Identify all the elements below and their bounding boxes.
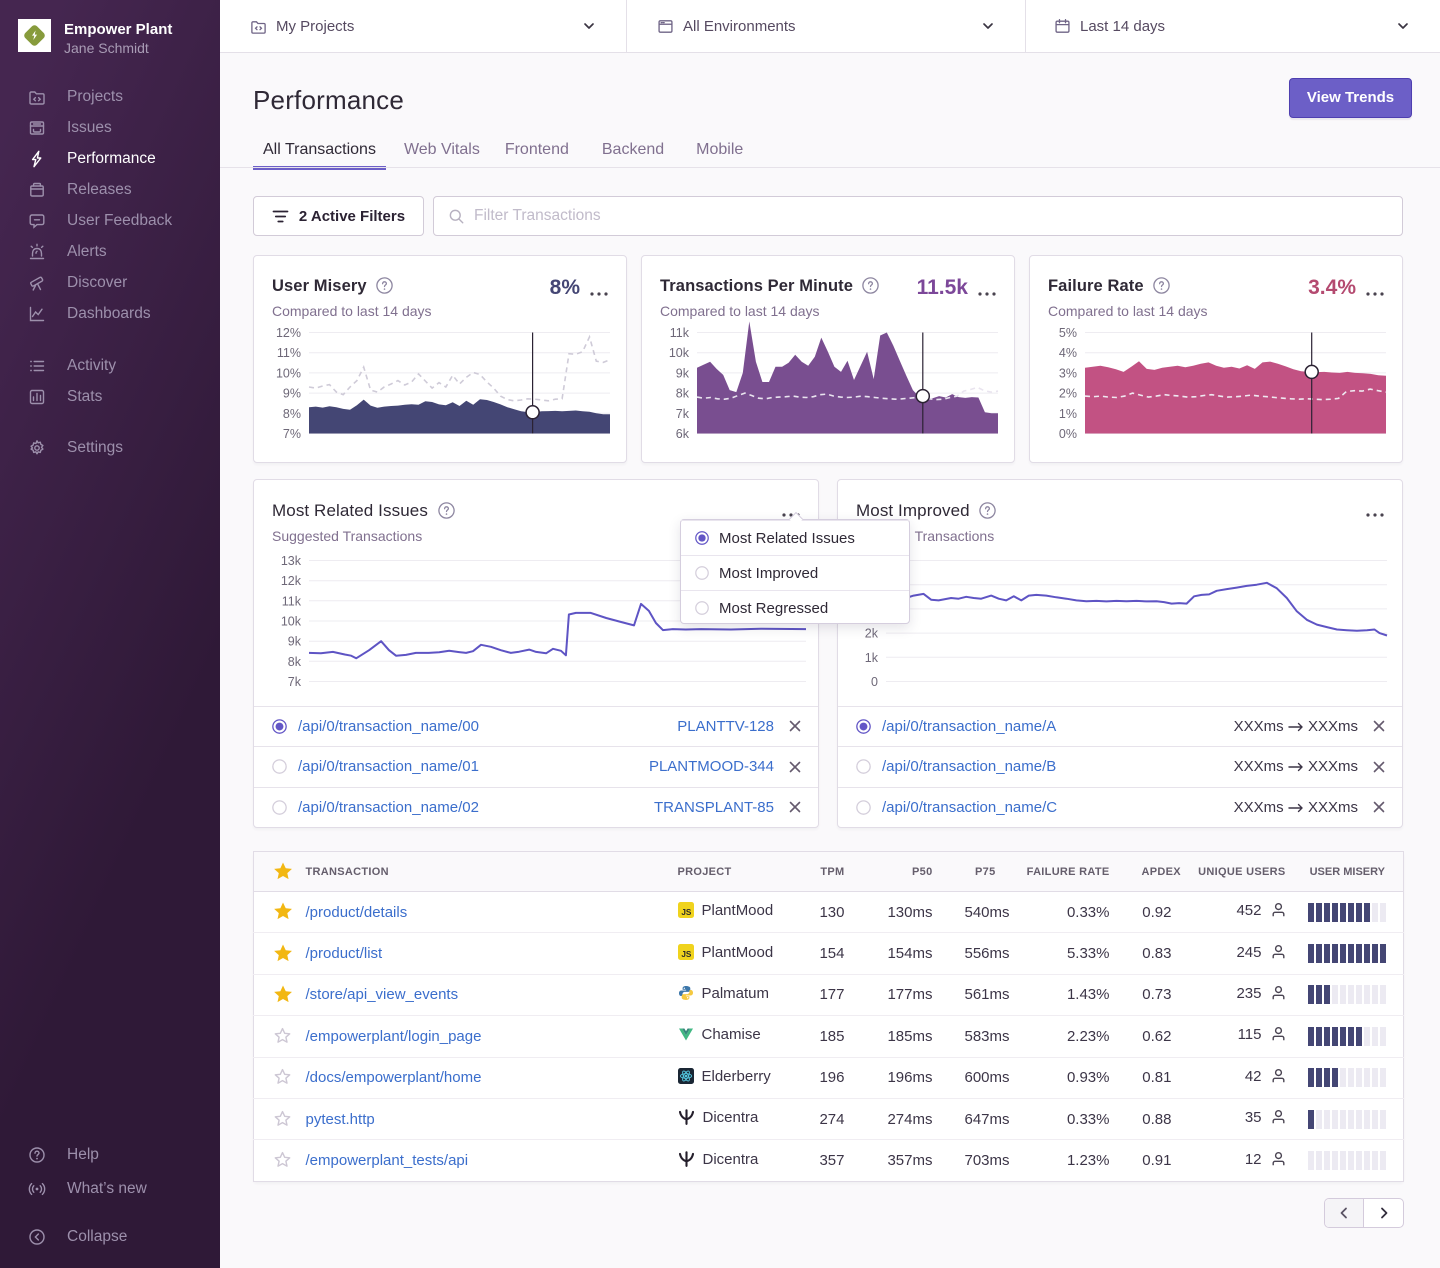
svg-text:8%: 8% [283,407,301,421]
svg-text:5%: 5% [1059,326,1077,340]
svg-text:13k: 13k [281,554,302,568]
svg-text:7%: 7% [283,427,301,441]
svg-text:JS: JS [681,908,692,917]
svg-text:11k: 11k [282,594,302,608]
svg-text:0: 0 [871,675,878,689]
svg-text:3%: 3% [1059,366,1077,380]
svg-text:10%: 10% [276,366,301,380]
svg-text:9k: 9k [676,366,690,380]
svg-text:8k: 8k [676,387,690,401]
svg-text:10k: 10k [281,615,302,629]
svg-text:10k: 10k [669,346,690,360]
svg-text:12%: 12% [276,326,301,340]
svg-text:8k: 8k [288,655,302,669]
svg-text:2k: 2k [865,627,879,641]
svg-text:JS: JS [681,950,692,959]
svg-text:7k: 7k [288,675,302,689]
svg-text:12k: 12k [281,574,302,588]
svg-text:7k: 7k [676,407,690,421]
svg-text:9k: 9k [288,635,302,649]
svg-text:2%: 2% [1059,387,1077,401]
svg-text:11%: 11% [277,346,301,360]
svg-text:9%: 9% [283,387,301,401]
svg-text:6k: 6k [676,427,690,441]
svg-text:11k: 11k [670,326,690,340]
svg-text:1k: 1k [865,651,879,665]
svg-text:0%: 0% [1059,427,1077,441]
svg-text:4%: 4% [1059,346,1077,360]
svg-text:1%: 1% [1059,407,1077,421]
